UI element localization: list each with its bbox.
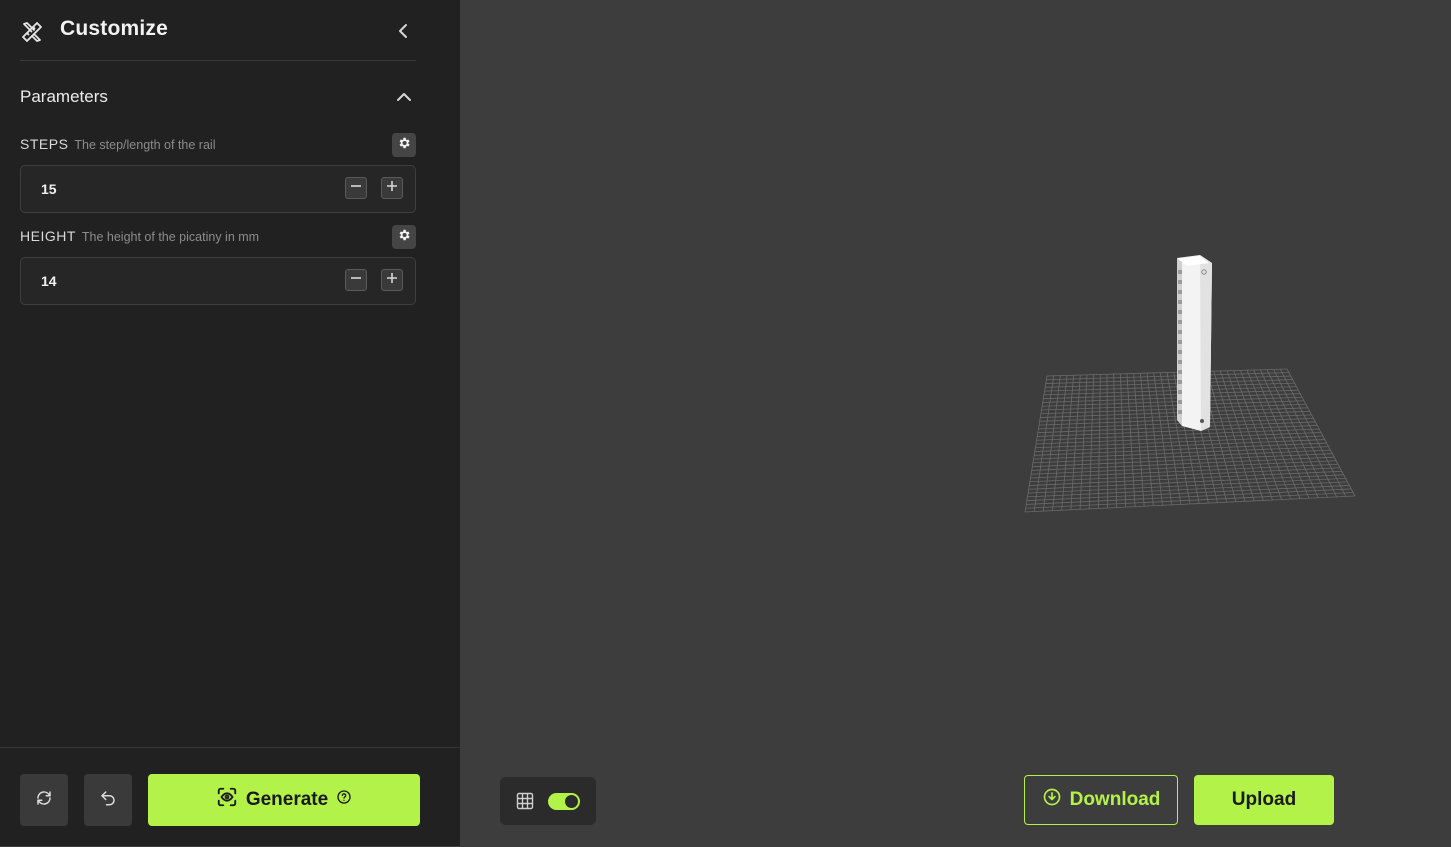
height-settings-button[interactable] xyxy=(392,225,416,249)
3d-viewport[interactable]: Download Upload xyxy=(460,0,1451,846)
steps-decrement-button[interactable] xyxy=(345,177,367,199)
rail-notch xyxy=(1178,320,1182,324)
model-scene[interactable] xyxy=(460,0,1451,846)
rail-notch xyxy=(1178,330,1182,334)
grid-line xyxy=(1031,460,1337,475)
grid-line xyxy=(1027,481,1348,498)
param-name: STEPS xyxy=(20,136,69,152)
height-input[interactable] xyxy=(41,271,321,291)
steps-settings-button[interactable] xyxy=(392,133,416,157)
param-description: The step/length of the rail xyxy=(74,138,216,152)
rail-notch xyxy=(1178,360,1182,364)
plus-icon xyxy=(385,179,399,198)
undo-icon xyxy=(99,789,117,812)
gear-icon xyxy=(397,228,411,247)
grid-line xyxy=(1033,446,1329,460)
parameters-section-toggle[interactable]: Parameters xyxy=(20,84,416,110)
grid-toggle-panel xyxy=(500,777,596,825)
sidebar-header: Customize xyxy=(20,0,416,61)
rail-notch xyxy=(1178,310,1182,314)
param-label-height: HEIGHT The height of the picatiny in mm xyxy=(20,228,259,248)
generate-button[interactable]: Generate xyxy=(148,774,420,826)
download-circle-icon xyxy=(1042,787,1062,813)
height-decrement-button[interactable] xyxy=(345,269,367,291)
steps-input[interactable] xyxy=(41,179,321,199)
height-increment-button[interactable] xyxy=(381,269,403,291)
rail-notch xyxy=(1178,380,1182,384)
param-name: HEIGHT xyxy=(20,228,76,244)
customize-sidebar: Customize Parameters STEPS The step/lengt… xyxy=(0,0,460,846)
section-label: Parameters xyxy=(20,87,108,106)
param-label-steps: STEPS The step/length of the rail xyxy=(20,136,215,156)
grid-line xyxy=(1219,370,1264,501)
download-button[interactable]: Download xyxy=(1024,775,1178,825)
steps-number-field xyxy=(20,165,416,213)
grid-line xyxy=(1034,442,1327,456)
picatinny-rail-model xyxy=(1177,255,1212,431)
grid-icon[interactable] xyxy=(516,792,534,815)
rail-notch xyxy=(1178,340,1182,344)
grid-line xyxy=(1034,439,1325,452)
rail-notch xyxy=(1178,410,1182,414)
height-number-field xyxy=(20,257,416,305)
grid-line xyxy=(1233,370,1283,500)
refresh-icon xyxy=(35,789,53,812)
grid-line xyxy=(1031,456,1335,471)
rail-notch xyxy=(1178,290,1182,294)
rail-notch xyxy=(1178,280,1182,284)
rail-notch xyxy=(1178,400,1182,404)
grid-line xyxy=(1032,449,1331,464)
generate-label: Generate xyxy=(245,789,329,810)
chevron-left-icon[interactable] xyxy=(392,19,416,43)
param-description: The height of the picatiny in mm xyxy=(81,230,260,244)
switch-knob xyxy=(565,795,578,808)
sidebar-title: Customize xyxy=(60,17,168,40)
question-circle-icon[interactable] xyxy=(336,789,352,811)
rail-notch xyxy=(1178,350,1182,354)
chevron-up-icon xyxy=(392,85,416,109)
grid-line xyxy=(1029,467,1340,483)
upload-label: Upload xyxy=(1231,789,1297,810)
minus-icon xyxy=(349,179,363,198)
pencil-ruler-icon xyxy=(20,20,44,44)
steps-increment-button[interactable] xyxy=(381,177,403,199)
sidebar-footer: Generate xyxy=(0,747,460,847)
reset-button[interactable] xyxy=(20,774,68,826)
grid-toggle-switch[interactable] xyxy=(548,793,580,810)
rail-notch xyxy=(1178,370,1182,374)
eye-scan-icon xyxy=(216,786,238,814)
grid-line xyxy=(1028,477,1346,494)
grid-line xyxy=(1030,463,1339,479)
rail-notch xyxy=(1178,300,1182,304)
undo-button[interactable] xyxy=(84,774,132,826)
plus-icon xyxy=(385,271,399,290)
minus-icon xyxy=(349,271,363,290)
rail-notch xyxy=(1178,270,1182,274)
grid-line xyxy=(1246,370,1301,499)
gear-icon xyxy=(397,136,411,155)
download-label: Download xyxy=(1069,789,1161,810)
grid-line xyxy=(1028,474,1344,490)
rail-notch xyxy=(1178,390,1182,394)
grid-line xyxy=(1029,470,1342,486)
grid-line xyxy=(1032,453,1333,468)
upload-button[interactable]: Upload xyxy=(1194,775,1334,825)
